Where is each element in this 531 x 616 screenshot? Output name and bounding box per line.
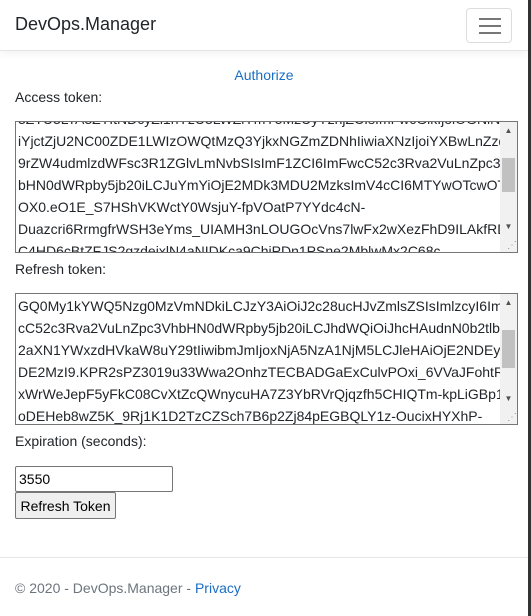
text-line: 2aXN1YWxzdHVkaW8uY29tIiwibmJmIjoxNjA5NzA… (18, 342, 511, 358)
text-line: C4HD6cBtZFJS2gzdeixlN4aNIDKca9ChiPDn1PSn… (18, 243, 441, 253)
brand-link[interactable]: DevOps.Manager (15, 14, 156, 35)
resize-grip-icon[interactable]: ⋰ (500, 407, 517, 424)
text-line: cC52c3Rva2VuLnZpc3VhbHN0dWRpby5jb20iLCJh… (18, 320, 511, 336)
footer: © 2020 - DevOps.Manager - Privacy (15, 580, 241, 596)
text-line: 3ZTU3LTA3ZTItNDcyZi1hYzU3LWZiYmY5MzUyYzh… (18, 122, 517, 130)
text-line: oDEHeb8wZ5K_9Rj1K1D2TzCZSch7B6p2Zj84pEGB… (18, 408, 483, 424)
footer-divider (0, 557, 528, 558)
scroll-down-icon[interactable]: ▼ (500, 390, 517, 407)
text-line: Duazcri6RrmgfrWSH3eYms_UIAMH3nLOUGOcVns7… (18, 221, 513, 237)
text-line: iYjctZjU2NC00ZDE1LWIzOWQtMzQ3YjkxNGZmZDN… (18, 133, 518, 149)
text-line: DE2MzI9.KPR2sPZ3019u33Wwa2OnhzTECBADGaEx… (18, 364, 518, 380)
scroll-thumb[interactable] (502, 158, 515, 192)
scroll-up-icon[interactable]: ▲ (500, 294, 517, 311)
text-line: OX0.eO1E_S7HShVKWctY0WsjuY-fpVOatP7YYdc4… (18, 199, 366, 215)
scroll-up-icon[interactable]: ▲ (500, 122, 517, 139)
access-token-label: Access token: (15, 89, 103, 105)
scrollbar[interactable]: ▲ ▼ ⋰ (500, 294, 517, 424)
expiration-input[interactable] (15, 466, 173, 492)
expiration-label: Expiration (seconds): (15, 433, 147, 449)
text-line: bHN0dWRpby5jb20iLCJuYmYiOjE2MDk3MDU2Mzks… (18, 177, 517, 193)
text-line: xWrWeJepF5yFkC08CvXtZcQWnycuHA7Z3YbRVrQj… (18, 386, 509, 402)
scroll-down-icon[interactable]: ▼ (500, 218, 517, 235)
navbar-toggler-button[interactable] (466, 8, 512, 43)
refresh-token-button[interactable]: Refresh Token (15, 492, 116, 519)
text-line: GQ0My1kYWQ5Nzg0MzVmNDkiLCJzY3AiOiJ2c28uc… (18, 298, 518, 314)
navbar: DevOps.Manager (0, 0, 528, 51)
privacy-link[interactable]: Privacy (195, 580, 241, 596)
authorize-link[interactable]: Authorize (0, 67, 528, 83)
scroll-thumb[interactable] (502, 330, 515, 368)
scrollbar[interactable]: ▲ ▼ ⋰ (500, 122, 517, 252)
access-token-textarea[interactable]: 3ZTU3LTA3ZTItNDcyZi1hYzU3LWZiYmY5MzUyYzh… (15, 121, 518, 253)
text-line: 9rZW4udmlzdWFsc3R1ZGlvLmNvbSIsImF1ZCI6Im… (18, 155, 518, 171)
refresh-token-label: Refresh token: (15, 261, 107, 277)
refresh-token-textarea[interactable]: GQ0My1kYWQ5Nzg0MzVmNDkiLCJzY3AiOiJ2c28uc… (15, 293, 518, 425)
resize-grip-icon[interactable]: ⋰ (500, 235, 517, 252)
copyright-text: © 2020 - DevOps.Manager - (15, 580, 195, 596)
